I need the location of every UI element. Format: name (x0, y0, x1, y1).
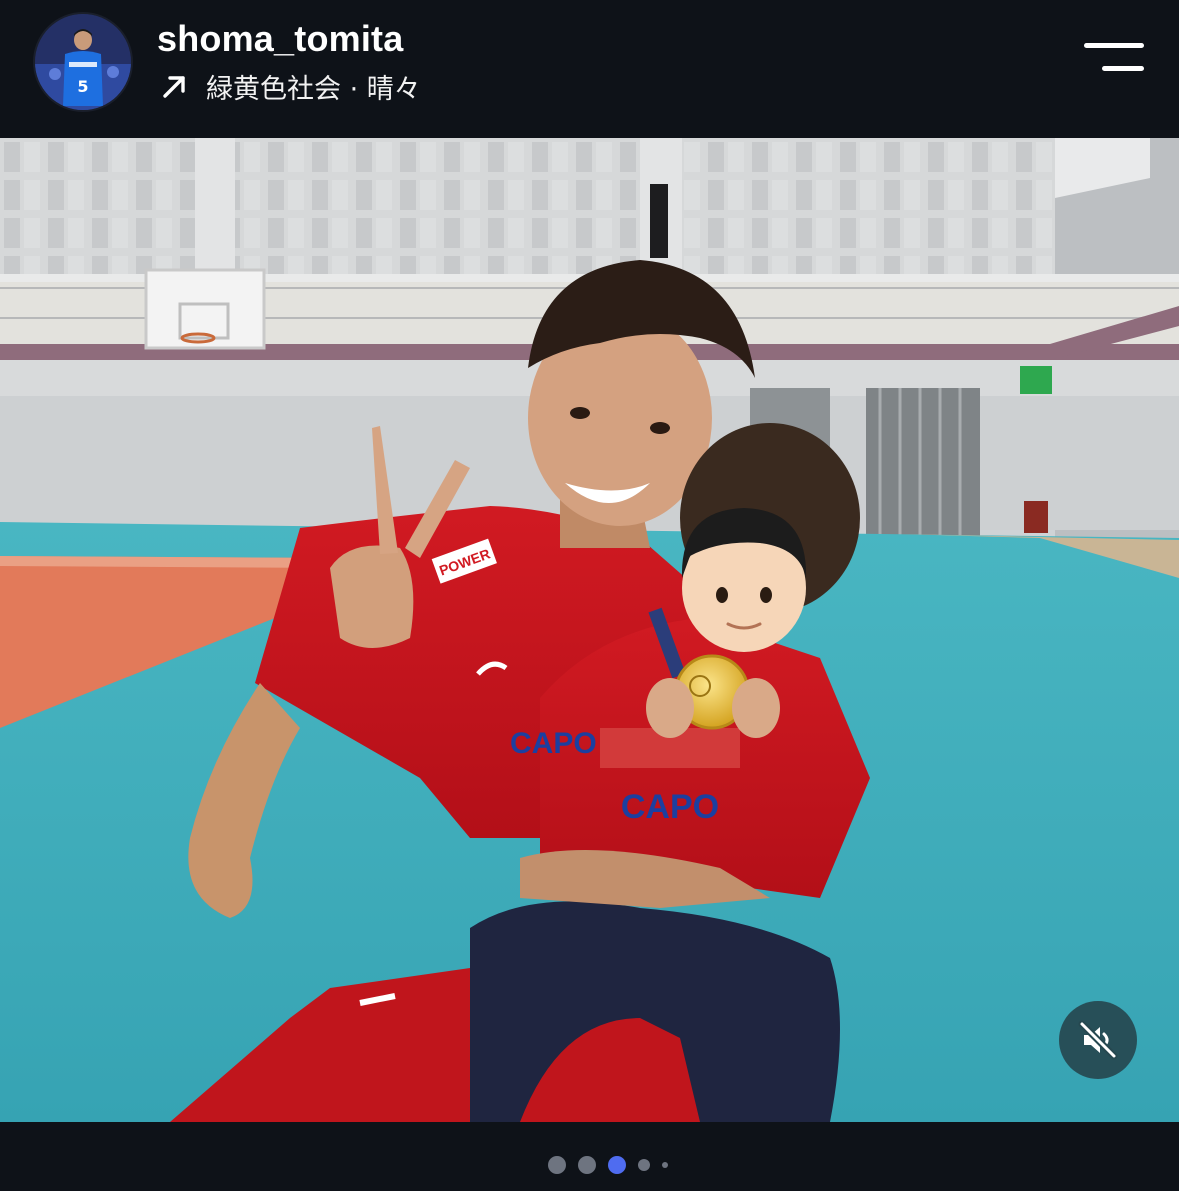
gym-scene: CAPO POWER CAPO (0, 138, 1179, 1122)
music-label: 緑黄色社会 · 晴々 (206, 73, 421, 105)
arrow-up-right-icon (163, 76, 185, 98)
svg-text:CAPO: CAPO (510, 727, 597, 760)
avatar[interactable]: 5 (33, 12, 133, 112)
carousel-dot[interactable] (578, 1156, 596, 1174)
story-viewer: 5 shoma_tomita 緑黄色社会 · 晴々 CAPO POWER CAP… (0, 0, 1179, 1191)
face-sticker (681, 508, 807, 652)
speaker-muted-icon (1078, 1020, 1118, 1060)
svg-text:5: 5 (77, 77, 88, 96)
mute-button[interactable] (1059, 1001, 1137, 1079)
story-photo[interactable]: CAPO POWER CAPO (0, 138, 1179, 1122)
carousel-dot[interactable] (638, 1159, 650, 1171)
carousel-dots (548, 1156, 680, 1174)
carousel-dot[interactable] (548, 1156, 566, 1174)
music-info[interactable]: 緑黄色社会 · 晴々 (158, 66, 421, 106)
username[interactable]: shoma_tomita (157, 18, 403, 60)
story-footer (0, 1122, 1179, 1191)
avatar-image: 5 (35, 14, 131, 110)
carousel-dot[interactable] (662, 1162, 668, 1168)
menu-button[interactable] (1078, 38, 1148, 78)
svg-text:CAPO: CAPO (621, 788, 719, 826)
carousel-dot[interactable] (608, 1156, 626, 1174)
story-header: 5 shoma_tomita 緑黄色社会 · 晴々 (0, 0, 1179, 138)
